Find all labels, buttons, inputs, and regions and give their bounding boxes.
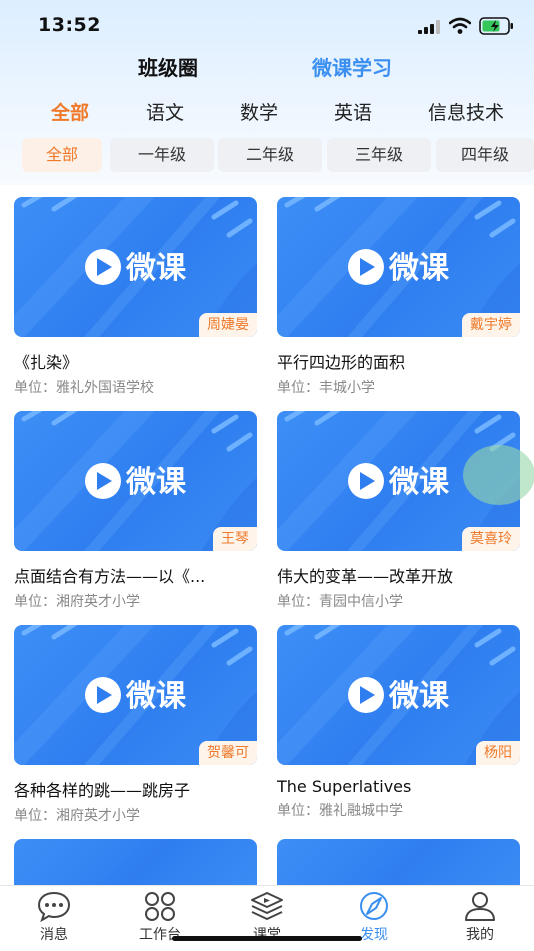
tab-label: 课堂 [253, 927, 281, 943]
course-org: 单位：青园中信小学 [277, 594, 403, 610]
tab-messages[interactable]: 消息 [14, 886, 94, 944]
logo-text: 微课 [125, 679, 187, 714]
play-icon: 微课 [348, 249, 450, 286]
home-indicator [172, 936, 362, 941]
course-title[interactable]: 点面结合有方法——以《... [14, 563, 257, 587]
course-card[interactable]: 微课王琴点面结合有方法——以《... 单位：湘府英才小学 [14, 411, 257, 611]
tab-label: 消息 [40, 927, 68, 943]
tab-micro-course[interactable]: 微课学习 [312, 52, 392, 81]
grade-pill-4[interactable]: 四年级 [436, 138, 534, 172]
course-org: 单位：湘府英才小学 [14, 808, 140, 824]
compass-icon [360, 892, 388, 920]
play-icon: 微课 [348, 463, 450, 500]
layers-icon [251, 892, 283, 920]
person-icon [465, 892, 495, 921]
grade-pill-all[interactable]: 全部 [22, 138, 102, 172]
battery-charging-icon [479, 17, 513, 35]
course-title[interactable]: 平行四边形的面积 [277, 349, 520, 373]
play-icon: 微课 [85, 463, 187, 500]
subject-tab-it[interactable]: 信息技术 [428, 98, 504, 125]
course-thumbnail-partial[interactable] [277, 839, 520, 885]
course-thumbnail[interactable]: 微课戴宇婷 [277, 197, 520, 337]
tab-label: 工作台 [139, 927, 181, 943]
teacher-badge: 莫喜玲 [462, 527, 520, 551]
tab-label: 发现 [360, 927, 388, 943]
course-thumbnail[interactable]: 微课周婕晏 [14, 197, 257, 337]
logo-text: 微课 [388, 679, 450, 714]
tab-mine[interactable]: 我的 [440, 886, 520, 944]
course-title[interactable]: The Superlatives [277, 777, 520, 796]
course-card[interactable]: 微课莫喜玲伟大的变革——改革开放单位：青园中信小学 [277, 411, 520, 611]
status-time: 13:52 [38, 14, 101, 36]
touch-indicator [463, 445, 534, 505]
bottom-tab-bar: 消息 工作台 课堂 发现 我的 [0, 885, 534, 951]
teacher-badge: 戴宇婷 [462, 313, 520, 337]
grade-pill-1[interactable]: 一年级 [110, 138, 214, 172]
play-icon: 微课 [85, 677, 187, 714]
course-card[interactable]: 微课杨阳 The Superlatives 单位：雅礼融城中学 [277, 625, 520, 820]
course-card[interactable]: 微课周婕晏《扎染》单位：雅礼外国语学校 [14, 197, 257, 397]
teacher-badge: 杨阳 [476, 741, 520, 765]
course-title[interactable]: 《扎染》 [14, 349, 257, 373]
course-thumbnail[interactable]: 微课杨阳 [277, 625, 520, 765]
course-thumbnail-partial[interactable] [14, 839, 257, 885]
cellular-signal-icon [418, 20, 440, 34]
teacher-badge: 王琴 [213, 527, 257, 551]
teacher-badge: 贺馨可 [199, 741, 257, 765]
play-icon: 微课 [348, 677, 450, 714]
status-bar: 13:52 [0, 0, 534, 52]
subject-tab-english[interactable]: 英语 [334, 98, 372, 125]
course-org: 单位：雅礼外国语学校 [14, 380, 154, 396]
chat-bubble-icon [37, 891, 71, 922]
logo-text: 微课 [125, 251, 187, 286]
course-card[interactable]: 微课戴宇婷平行四边形的面积单位：丰城小学 [277, 197, 520, 397]
course-card[interactable]: 微课贺馨可各种各样的跳——跳房子单位：湘府英才小学 [14, 625, 257, 825]
course-thumbnail[interactable]: 微课贺馨可 [14, 625, 257, 765]
logo-text: 微课 [388, 465, 450, 500]
wifi-icon [449, 17, 471, 34]
course-org: 单位：雅礼融城中学 [277, 803, 403, 819]
subject-tab-all[interactable]: 全部 [51, 98, 89, 125]
play-icon: 微课 [85, 249, 187, 286]
tab-class-circle[interactable]: 班级圈 [138, 52, 198, 81]
subject-tab-math[interactable]: 数学 [240, 98, 278, 125]
grade-pill-3[interactable]: 三年级 [327, 138, 431, 172]
grade-pill-2[interactable]: 二年级 [218, 138, 322, 172]
subject-tab-chinese[interactable]: 语文 [146, 98, 184, 125]
teacher-badge: 周婕晏 [199, 313, 257, 337]
course-org: 单位：湘府英才小学 [14, 594, 140, 610]
course-org: 单位：丰城小学 [277, 380, 375, 396]
course-title[interactable]: 各种各样的跳——跳房子 [14, 777, 257, 801]
logo-text: 微课 [125, 465, 187, 500]
logo-text: 微课 [388, 251, 450, 286]
grid-icon [145, 892, 175, 921]
course-thumbnail[interactable]: 微课王琴 [14, 411, 257, 551]
tab-label: 我的 [466, 927, 494, 943]
course-title[interactable]: 伟大的变革——改革开放 [277, 563, 520, 587]
